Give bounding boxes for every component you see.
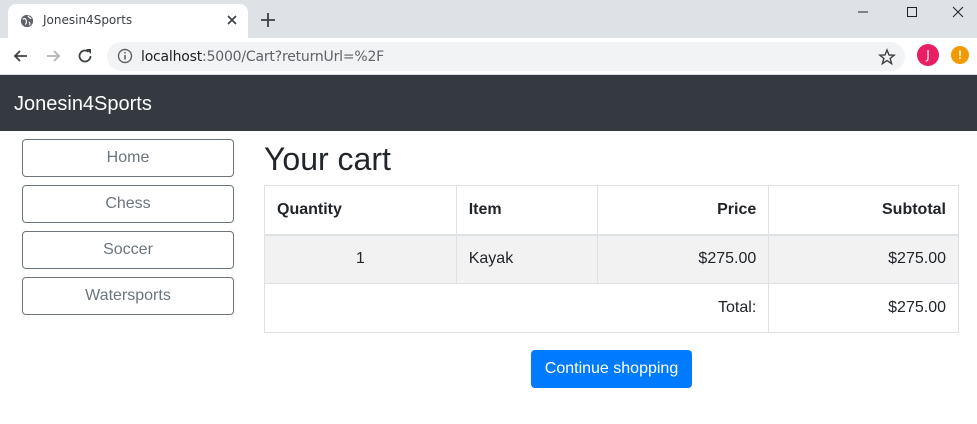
total-value: $275.00 bbox=[768, 283, 959, 333]
category-button-home[interactable]: Home bbox=[22, 139, 234, 177]
new-tab-icon[interactable] bbox=[259, 11, 277, 29]
header-subtotal: Subtotal bbox=[768, 185, 959, 236]
minimize-window-button[interactable] bbox=[840, 0, 886, 24]
profile-avatar[interactable]: J bbox=[917, 44, 939, 66]
info-icon[interactable] bbox=[117, 48, 133, 64]
url-host: localhost bbox=[141, 49, 203, 65]
browser-toolbar: localhost:5000/Cart?returnUrl=%2F J ! bbox=[0, 38, 977, 75]
browser-tab[interactable]: Jonesin4Sports bbox=[8, 4, 248, 38]
address-bar[interactable]: localhost:5000/Cart?returnUrl=%2F bbox=[107, 42, 905, 71]
table-header-row: Quantity Item Price Subtotal bbox=[264, 185, 959, 236]
header-quantity: Quantity bbox=[264, 185, 457, 236]
back-arrow-icon[interactable] bbox=[11, 46, 31, 66]
maximize-icon bbox=[907, 7, 917, 17]
category-button-soccer[interactable]: Soccer bbox=[22, 231, 234, 269]
maximize-window-button[interactable] bbox=[889, 0, 935, 24]
update-alert-icon[interactable]: ! bbox=[951, 46, 969, 64]
forward-arrow-icon[interactable] bbox=[43, 46, 63, 66]
bookmark-star-icon[interactable] bbox=[878, 48, 896, 66]
close-icon bbox=[952, 6, 964, 18]
cell-subtotal: $275.00 bbox=[768, 234, 959, 284]
table-row: 1 Kayak $275.00 $275.00 bbox=[264, 234, 959, 284]
close-tab-icon[interactable] bbox=[224, 12, 240, 28]
tab-title: Jonesin4Sports bbox=[43, 13, 133, 27]
cell-price: $275.00 bbox=[596, 234, 770, 284]
close-window-button[interactable] bbox=[935, 0, 977, 24]
url-path: :5000/Cart?returnUrl=%2F bbox=[202, 49, 385, 65]
url-text: localhost:5000/Cart?returnUrl=%2F bbox=[141, 49, 384, 65]
site-navbar: Jonesin4Sports bbox=[0, 75, 977, 131]
page-title: Your cart bbox=[264, 141, 391, 177]
minimize-icon bbox=[858, 11, 868, 13]
header-item: Item bbox=[455, 185, 598, 236]
continue-shopping-button[interactable]: Continue shopping bbox=[531, 350, 692, 388]
cart-table: Quantity Item Price Subtotal 1 Kayak $27… bbox=[263, 185, 959, 333]
globe-icon bbox=[20, 14, 34, 28]
reload-icon[interactable] bbox=[75, 46, 95, 66]
category-button-chess[interactable]: Chess bbox=[22, 185, 234, 223]
browser-tab-strip: Jonesin4Sports bbox=[0, 0, 977, 38]
header-price: Price bbox=[596, 185, 770, 236]
brand-link[interactable]: Jonesin4Sports bbox=[14, 93, 152, 116]
total-label: Total: bbox=[263, 283, 770, 333]
category-button-watersports[interactable]: Watersports bbox=[22, 277, 234, 315]
cell-item: Kayak bbox=[455, 234, 598, 284]
total-row: Total: $275.00 bbox=[263, 283, 959, 333]
cell-quantity: 1 bbox=[264, 234, 457, 284]
